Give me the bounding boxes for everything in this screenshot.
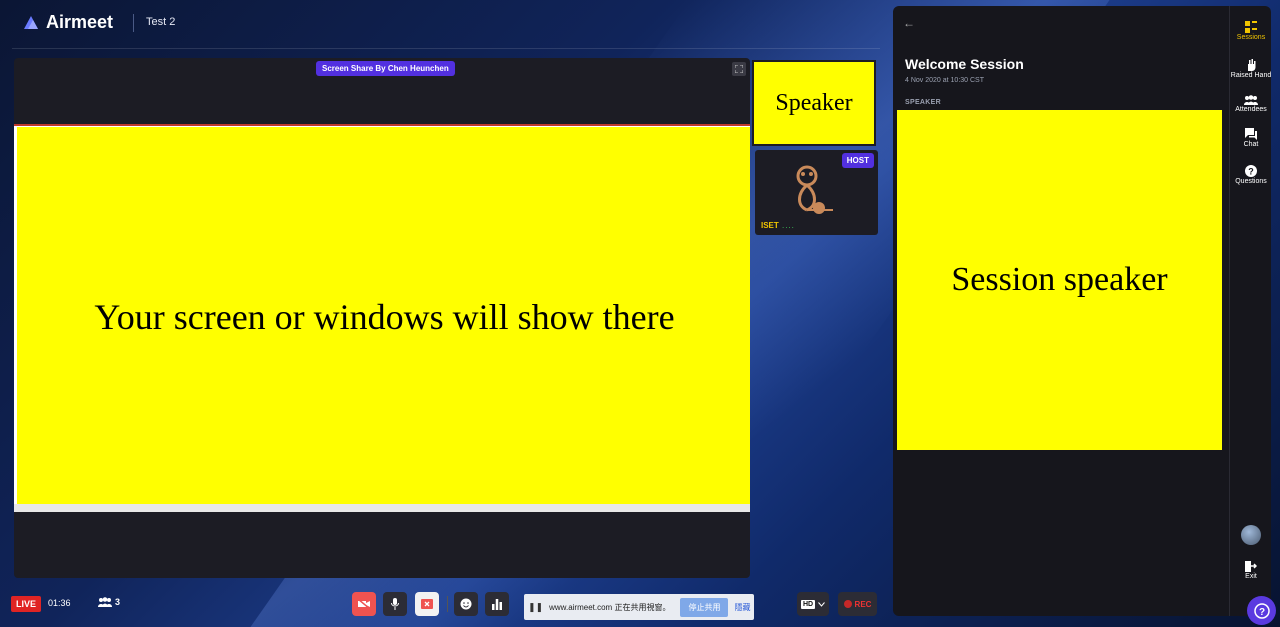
help-button[interactable]: ? <box>1247 596 1276 625</box>
session-panel: ← Welcome Session 4 Nov 2020 at 10:30 CS… <box>893 6 1229 616</box>
people-count[interactable]: 3 <box>98 597 120 607</box>
session-speaker-card[interactable]: Session speaker <box>897 110 1222 450</box>
audio-level-icon: .... <box>782 221 795 230</box>
user-avatar[interactable] <box>1241 525 1261 545</box>
controls-divider <box>447 596 448 612</box>
top-header: Airmeet Test 2 <box>0 0 890 48</box>
screen-share-tag: Screen Share By Chen Heunchen <box>316 61 455 76</box>
hand-icon <box>1248 59 1256 71</box>
event-name: Test 2 <box>146 16 176 28</box>
brand-name: Airmeet <box>46 12 114 32</box>
back-arrow-icon[interactable]: ← <box>903 16 915 30</box>
camera-off-icon <box>358 599 370 609</box>
svg-text:?: ? <box>1248 167 1254 177</box>
rail-label-chat: Chat <box>1243 141 1259 148</box>
bar-chart-icon <box>492 598 502 610</box>
pause-icon[interactable]: ❚❚ <box>528 602 543 613</box>
attendees-icon <box>1244 95 1258 105</box>
shared-window-statusbar <box>14 504 750 512</box>
header-divider <box>133 14 134 32</box>
sessions-icon <box>1245 21 1257 33</box>
rail-item-sessions[interactable]: Sessions <box>1230 21 1272 42</box>
session-date: 4 Nov 2020 at 10:30 CST <box>905 77 984 84</box>
rail-label-raised-hand: Raised Hand <box>1230 72 1272 79</box>
host-tile[interactable]: HOST ISET .... <box>755 150 878 235</box>
rail-label-exit: Exit <box>1245 573 1257 580</box>
host-name: ISET <box>761 221 779 230</box>
rail-label-questions: Questions <box>1235 178 1267 185</box>
host-avatar <box>796 165 833 214</box>
emoji-icon <box>460 598 472 610</box>
screen-share-stop-icon <box>421 599 433 609</box>
screen-share-stage: Screen Share By Chen Heunchen Your scree… <box>14 58 750 578</box>
record-button[interactable]: REC <box>838 592 877 616</box>
microphone-icon <box>391 598 399 610</box>
questions-icon: ? <box>1245 165 1257 177</box>
people-count-value: 3 <box>115 597 121 607</box>
fullscreen-icon[interactable] <box>732 62 746 76</box>
speaker-tile[interactable]: Speaker <box>752 60 876 146</box>
speaker-tile-label: Speaker <box>775 89 853 116</box>
rail-item-attendees[interactable]: Attendees <box>1230 95 1272 114</box>
chat-icon <box>1245 128 1257 140</box>
host-badge: HOST <box>841 153 874 168</box>
exit-icon <box>1245 561 1257 572</box>
rail-item-questions[interactable]: ? Questions <box>1230 165 1272 186</box>
share-notice-text: www.airmeet.com 正在共用視窗。 <box>549 602 671 612</box>
stop-sharing-button[interactable]: 停止共用 <box>680 597 729 617</box>
live-timer: 01:36 <box>48 598 71 608</box>
camera-toggle-button[interactable] <box>352 592 376 616</box>
airmeet-logo-icon <box>24 15 38 29</box>
session-speaker-text: Session speaker <box>951 261 1168 298</box>
polls-button[interactable] <box>485 592 509 616</box>
speaker-section-heading: SPEAKER <box>905 99 941 106</box>
live-badge: LIVE <box>11 596 42 612</box>
screen-share-notice: ❚❚ www.airmeet.com 正在共用視窗。 停止共用 隱藏 <box>524 594 754 620</box>
reactions-button[interactable] <box>454 592 478 616</box>
airmeet-logo[interactable]: Airmeet <box>22 12 113 33</box>
hide-notice-button[interactable]: 隱藏 <box>734 602 750 613</box>
screen-placeholder-text: Your screen or windows will show there <box>94 297 675 337</box>
svg-text:?: ? <box>1258 607 1264 618</box>
chevron-down-icon <box>818 601 825 607</box>
mic-toggle-button[interactable] <box>383 592 407 616</box>
rail-item-chat[interactable]: Chat <box>1230 128 1272 149</box>
rail-label-sessions: Sessions <box>1236 34 1266 41</box>
session-title: Welcome Session <box>905 56 1024 72</box>
people-icon <box>98 597 112 607</box>
shared-screen-content: Your screen or windows will show there <box>17 127 750 507</box>
rail-label-attendees: Attendees <box>1235 106 1267 113</box>
record-label: REC <box>854 599 872 609</box>
rail-item-raised-hand[interactable]: Raised Hand <box>1230 59 1272 80</box>
rail-item-exit[interactable]: Exit <box>1230 561 1272 581</box>
help-icon: ? <box>1253 602 1270 619</box>
record-dot-icon <box>843 600 852 608</box>
hd-label: HD <box>800 599 816 609</box>
stop-screen-share-button[interactable] <box>415 592 439 616</box>
header-separator <box>12 48 880 49</box>
shared-screen: Your screen or windows will show there <box>14 124 750 512</box>
side-rail: Sessions Raised Hand Attendees Chat ? Qu… <box>1229 6 1271 616</box>
video-quality-button[interactable]: HD <box>797 592 829 616</box>
